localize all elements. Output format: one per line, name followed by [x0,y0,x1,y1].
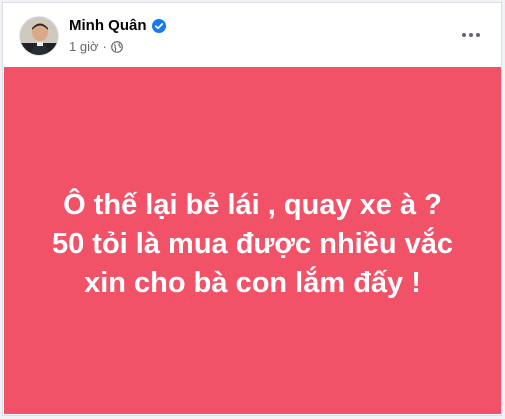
author-row: Minh Quân [69,17,166,35]
post-header: Minh Quân 1 giờ · [3,3,501,67]
post-timestamp[interactable]: 1 giờ [69,39,99,54]
avatar-image [20,17,58,55]
post-text-line: xin cho bà con lắm đấy ! [84,267,421,299]
avatar[interactable] [19,16,59,56]
post-meta: 1 giờ · [69,39,123,54]
author-name[interactable]: Minh Quân [69,17,147,35]
post-text-line: Ô thế lại bẻ lái , quay xe à ? [63,189,442,221]
meta-separator: · [102,39,107,54]
more-horizontal-icon [462,33,480,37]
verified-badge-icon [151,19,166,33]
globe-icon[interactable] [110,40,123,53]
post-card: Minh Quân 1 giờ · Ô thế lại bẻ lái , qua… [2,2,502,416]
post-background: Ô thế lại bẻ lái , quay xe à ? 50 tỏi là… [4,67,501,414]
post-text-line: 50 tỏi là mua được nhiều vắc [51,228,453,260]
post-text: Ô thế lại bẻ lái , quay xe à ? 50 tỏi là… [33,186,473,303]
more-options-button[interactable] [453,17,489,53]
